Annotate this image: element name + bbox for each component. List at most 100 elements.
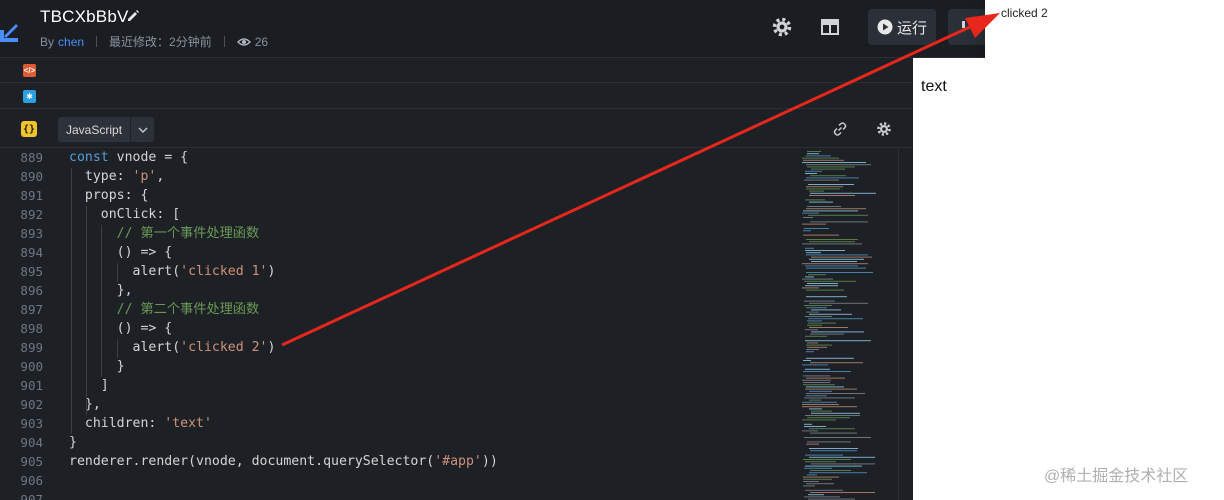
minimap-line [806, 164, 871, 166]
code-line[interactable]: ] [69, 376, 109, 395]
css-icon: ✱ [23, 90, 36, 103]
code-line[interactable]: } [69, 357, 125, 376]
code-editor[interactable]: 889 890 891 892 893 894 895 896 897 898 899 900 901 9… [0, 149, 912, 500]
minimap-line [806, 395, 827, 397]
minimap-line [803, 234, 839, 236]
watermark: @稀土掘金技术社区 [1044, 468, 1189, 485]
minimap-line [808, 322, 836, 324]
line-number: 896 [20, 283, 43, 298]
minimap-line [802, 243, 862, 245]
scrollbar[interactable] [898, 149, 912, 500]
minimap-line [810, 333, 844, 335]
line-number: 905 [20, 454, 43, 469]
minimap-line [803, 159, 844, 161]
minimap-line [803, 481, 819, 482]
minimap-line [803, 375, 830, 377]
editor-settings-icon[interactable] [876, 121, 892, 137]
line-number: 907 [20, 492, 43, 500]
code-line[interactable]: }, [69, 395, 101, 414]
code-token: 'clicked 2' [180, 340, 268, 355]
layout-button[interactable] [814, 9, 846, 45]
line-number: 897 [20, 302, 43, 317]
minimap-line [808, 184, 854, 185]
code-line[interactable]: () => { [69, 243, 173, 262]
code-line[interactable]: // 第一个事件处理函数 [69, 224, 260, 243]
line-number: 892 [20, 207, 43, 222]
line-number: 898 [20, 321, 43, 336]
line-number: 891 [20, 188, 43, 203]
run-button[interactable]: 运行 [868, 9, 936, 45]
code-line[interactable]: // 第二个事件处理函数 [69, 300, 260, 319]
minimap-line [810, 221, 868, 223]
code-line[interactable]: children: 'text' [69, 414, 212, 433]
minimap-line [805, 173, 817, 174]
minimap-line [802, 278, 833, 280]
code-line[interactable]: renderer.render(vnode, document.querySel… [69, 452, 498, 471]
minimap-line [806, 386, 844, 388]
minimap-line [809, 472, 867, 474]
fork-button[interactable] [948, 9, 988, 45]
minimap-line [806, 351, 814, 353]
code-line[interactable]: () => { [69, 319, 173, 338]
minimap[interactable] [800, 149, 896, 500]
minimap-line [810, 492, 875, 493]
minimap-line [808, 318, 863, 320]
pencil-icon[interactable] [126, 9, 140, 23]
minimap-line [809, 201, 833, 203]
minimap-line [810, 192, 876, 194]
code-line[interactable]: props: { [69, 186, 149, 205]
meta-divider [223, 36, 225, 47]
project-title[interactable]: TBCXbBbV [40, 7, 129, 27]
code-line[interactable]: alert('clicked 1') [69, 262, 276, 281]
minimap-line [806, 267, 866, 269]
css-panel-row[interactable]: ✱ [0, 84, 912, 109]
minimap-line [807, 206, 841, 207]
minimap-line [806, 239, 858, 240]
line-number: 895 [20, 264, 43, 279]
minimap-line [802, 419, 836, 421]
meta-divider [96, 36, 98, 47]
settings-button[interactable] [766, 9, 798, 45]
minimap-line [805, 335, 827, 337]
code-token: 'clicked 1' [180, 264, 268, 279]
minimap-line [811, 463, 875, 465]
minimap-line [805, 489, 843, 491]
minimap-line [803, 360, 811, 361]
minimap-line [805, 316, 832, 317]
minimap-line [806, 377, 845, 379]
minimap-line [806, 208, 866, 210]
code-token: '#app' [434, 454, 482, 469]
code-line[interactable]: type: 'p', [69, 167, 164, 186]
code-token: , [156, 169, 165, 184]
preview-pane: text [913, 58, 1224, 500]
minimap-line [802, 287, 819, 289]
link-icon[interactable] [832, 121, 848, 137]
code-line[interactable]: alert('clicked 2') [69, 338, 276, 357]
minimap-line [804, 437, 871, 438]
logo-icon [0, 24, 18, 42]
minimap-line [804, 300, 835, 302]
minimap-line [805, 265, 858, 267]
minimap-line [805, 250, 845, 251]
line-number: 904 [20, 435, 43, 450]
minimap-line [808, 498, 855, 500]
line-number: 900 [20, 359, 43, 374]
code-token: // 第一个事件处理函数 [69, 226, 260, 241]
code-token: }, [69, 397, 101, 412]
language-select[interactable]: JavaScript [58, 117, 154, 142]
minimap-line [806, 254, 868, 256]
line-number: 893 [20, 226, 43, 241]
html-panel-row[interactable]: </> [0, 58, 912, 83]
minimap-line [811, 412, 860, 414]
code-token: )) [481, 454, 498, 469]
author-link[interactable]: chen [58, 35, 84, 49]
minimap-line [803, 217, 813, 218]
minimap-line [802, 364, 828, 366]
minimap-line [810, 432, 857, 434]
code-token: () => { [69, 245, 173, 260]
code-line[interactable]: } [69, 433, 77, 452]
view-count: 26 [254, 34, 269, 49]
minimap-line [807, 151, 821, 152]
code-line[interactable]: const vnode = { [69, 149, 188, 167]
minimap-line [809, 390, 832, 392]
